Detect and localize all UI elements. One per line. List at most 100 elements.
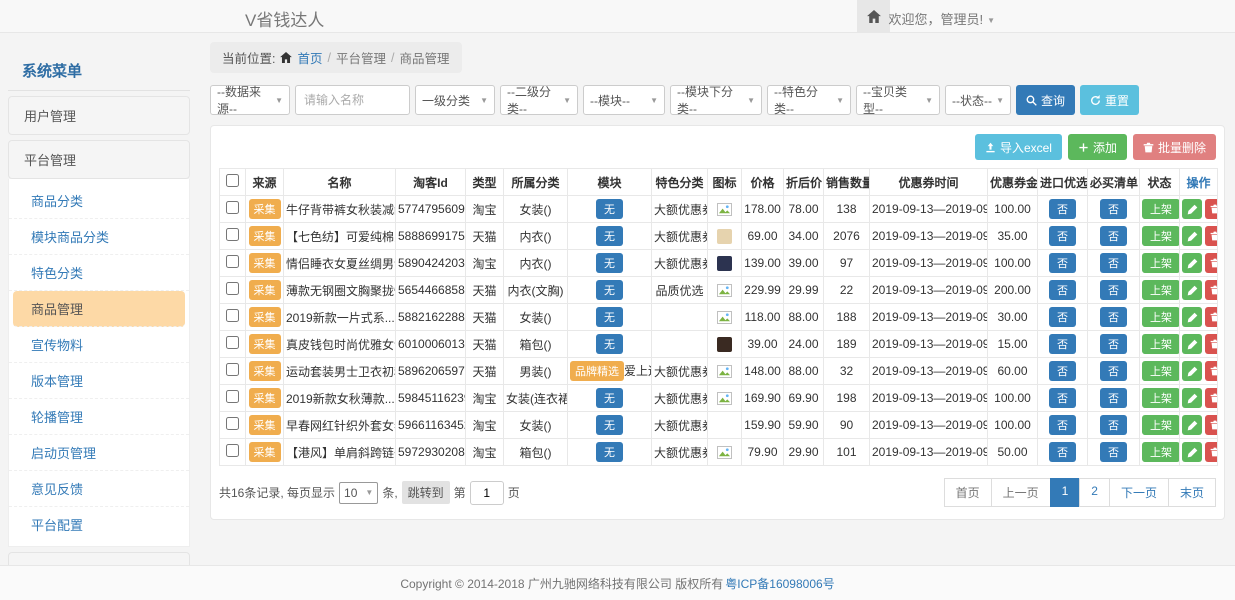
feature-select[interactable]: --特色分类--▼ xyxy=(767,85,851,115)
row-checkbox[interactable] xyxy=(226,444,239,457)
delete-button[interactable] xyxy=(1205,226,1218,246)
delete-button[interactable] xyxy=(1205,361,1218,381)
import-select-toggle[interactable]: 否 xyxy=(1049,307,1076,327)
status-badge[interactable]: 上架 xyxy=(1142,334,1180,354)
must-buy-toggle[interactable]: 否 xyxy=(1100,334,1127,354)
delete-button[interactable] xyxy=(1205,415,1218,435)
must-buy-toggle[interactable]: 否 xyxy=(1100,307,1127,327)
must-buy-toggle[interactable]: 否 xyxy=(1100,280,1127,300)
status-badge[interactable]: 上架 xyxy=(1142,307,1180,327)
module-none-badge[interactable]: 无 xyxy=(596,307,623,327)
delete-button[interactable] xyxy=(1205,388,1218,408)
row-checkbox[interactable] xyxy=(226,363,239,376)
row-checkbox[interactable] xyxy=(226,390,239,403)
import-select-toggle[interactable]: 否 xyxy=(1049,442,1076,462)
reset-button[interactable]: 重置 xyxy=(1080,85,1139,115)
last-page-button[interactable]: 末页 xyxy=(1168,478,1216,507)
sidebar-item-promo-material[interactable]: 宣传物料 xyxy=(9,327,189,363)
edit-button[interactable] xyxy=(1182,442,1202,462)
add-button[interactable]: 添加 xyxy=(1068,134,1127,160)
sidebar-item-feedback[interactable]: 意见反馈 xyxy=(9,471,189,507)
import-select-toggle[interactable]: 否 xyxy=(1049,280,1076,300)
user-menu[interactable]: 欢迎您，管理员!▼ xyxy=(888,9,995,28)
category1-select[interactable]: 一级分类▼ xyxy=(415,85,495,115)
delete-button[interactable] xyxy=(1205,253,1218,273)
must-buy-toggle[interactable]: 否 xyxy=(1100,226,1127,246)
status-badge[interactable]: 上架 xyxy=(1142,199,1180,219)
sidebar-item-goods-category[interactable]: 商品分类 xyxy=(9,183,189,219)
sidebar-item-module-goods-category[interactable]: 模块商品分类 xyxy=(9,219,189,255)
row-checkbox[interactable] xyxy=(226,309,239,322)
must-buy-toggle[interactable]: 否 xyxy=(1100,388,1127,408)
row-checkbox[interactable] xyxy=(226,282,239,295)
breadcrumb-home-link[interactable]: 首页 xyxy=(297,48,322,67)
must-buy-toggle[interactable]: 否 xyxy=(1100,361,1127,381)
module-none-badge[interactable]: 无 xyxy=(596,442,623,462)
page-number-input[interactable] xyxy=(470,481,504,505)
module-sub-select[interactable]: --模块下分类--▼ xyxy=(670,85,762,115)
sidebar-item-goods-manage[interactable]: 商品管理 xyxy=(13,291,185,327)
must-buy-toggle[interactable]: 否 xyxy=(1100,415,1127,435)
status-badge[interactable]: 上架 xyxy=(1142,442,1180,462)
data-source-select[interactable]: --数据来源--▼ xyxy=(210,85,290,115)
name-search-input[interactable] xyxy=(295,85,410,115)
select-all-checkbox[interactable] xyxy=(226,174,239,187)
page-1-button[interactable]: 1 xyxy=(1050,478,1081,507)
edit-button[interactable] xyxy=(1182,334,1202,354)
status-select[interactable]: --状态--▼ xyxy=(945,85,1011,115)
row-checkbox[interactable] xyxy=(226,417,239,430)
import-select-toggle[interactable]: 否 xyxy=(1049,199,1076,219)
first-page-button[interactable]: 首页 xyxy=(944,478,992,507)
import-select-toggle[interactable]: 否 xyxy=(1049,334,1076,354)
edit-button[interactable] xyxy=(1182,226,1202,246)
module-none-badge[interactable]: 无 xyxy=(596,388,623,408)
sidebar-item-carousel-manage[interactable]: 轮播管理 xyxy=(9,399,189,435)
status-badge[interactable]: 上架 xyxy=(1142,253,1180,273)
status-badge[interactable]: 上架 xyxy=(1142,388,1180,408)
delete-button[interactable] xyxy=(1205,280,1218,300)
import-select-toggle[interactable]: 否 xyxy=(1049,415,1076,435)
must-buy-toggle[interactable]: 否 xyxy=(1100,253,1127,273)
import-excel-button[interactable]: 导入excel xyxy=(975,134,1062,160)
edit-button[interactable] xyxy=(1182,361,1202,381)
category2-select[interactable]: --二级分类--▼ xyxy=(500,85,578,115)
edit-button[interactable] xyxy=(1182,280,1202,300)
sidebar-group-platform[interactable]: 平台管理 xyxy=(8,140,190,179)
row-checkbox[interactable] xyxy=(226,228,239,241)
sidebar-item-feature-category[interactable]: 特色分类 xyxy=(9,255,189,291)
module-none-badge[interactable]: 无 xyxy=(596,280,623,300)
jump-button[interactable]: 跳转到 xyxy=(402,481,450,504)
edit-button[interactable] xyxy=(1182,388,1202,408)
sidebar-group-user[interactable]: 用户管理 xyxy=(8,96,190,135)
row-checkbox[interactable] xyxy=(226,255,239,268)
sidebar-item-platform-config[interactable]: 平台配置 xyxy=(9,507,189,542)
delete-button[interactable] xyxy=(1205,442,1218,462)
item-type-select[interactable]: --宝贝类型--▼ xyxy=(856,85,940,115)
edit-button[interactable] xyxy=(1182,307,1202,327)
sidebar-item-version-manage[interactable]: 版本管理 xyxy=(9,363,189,399)
row-checkbox[interactable] xyxy=(226,336,239,349)
status-badge[interactable]: 上架 xyxy=(1142,415,1180,435)
must-buy-toggle[interactable]: 否 xyxy=(1100,199,1127,219)
import-select-toggle[interactable]: 否 xyxy=(1049,253,1076,273)
per-page-select[interactable]: 10▼ xyxy=(339,482,378,504)
edit-button[interactable] xyxy=(1182,253,1202,273)
icp-link[interactable]: 粤ICP备16098006号 xyxy=(725,575,834,592)
row-checkbox[interactable] xyxy=(226,201,239,214)
module-none-badge[interactable]: 无 xyxy=(596,226,623,246)
module-none-badge[interactable]: 无 xyxy=(596,253,623,273)
search-button[interactable]: 查询 xyxy=(1016,85,1075,115)
module-none-badge[interactable]: 无 xyxy=(596,334,623,354)
home-button[interactable] xyxy=(857,0,890,32)
status-badge[interactable]: 上架 xyxy=(1142,361,1180,381)
status-badge[interactable]: 上架 xyxy=(1142,226,1180,246)
module-none-badge[interactable]: 无 xyxy=(596,415,623,435)
page-2-button[interactable]: 2 xyxy=(1079,478,1110,507)
import-select-toggle[interactable]: 否 xyxy=(1049,388,1076,408)
delete-button[interactable] xyxy=(1205,334,1218,354)
edit-button[interactable] xyxy=(1182,415,1202,435)
module-none-badge[interactable]: 无 xyxy=(596,199,623,219)
status-badge[interactable]: 上架 xyxy=(1142,280,1180,300)
delete-button[interactable] xyxy=(1205,199,1218,219)
prev-page-button[interactable]: 上一页 xyxy=(991,478,1051,507)
